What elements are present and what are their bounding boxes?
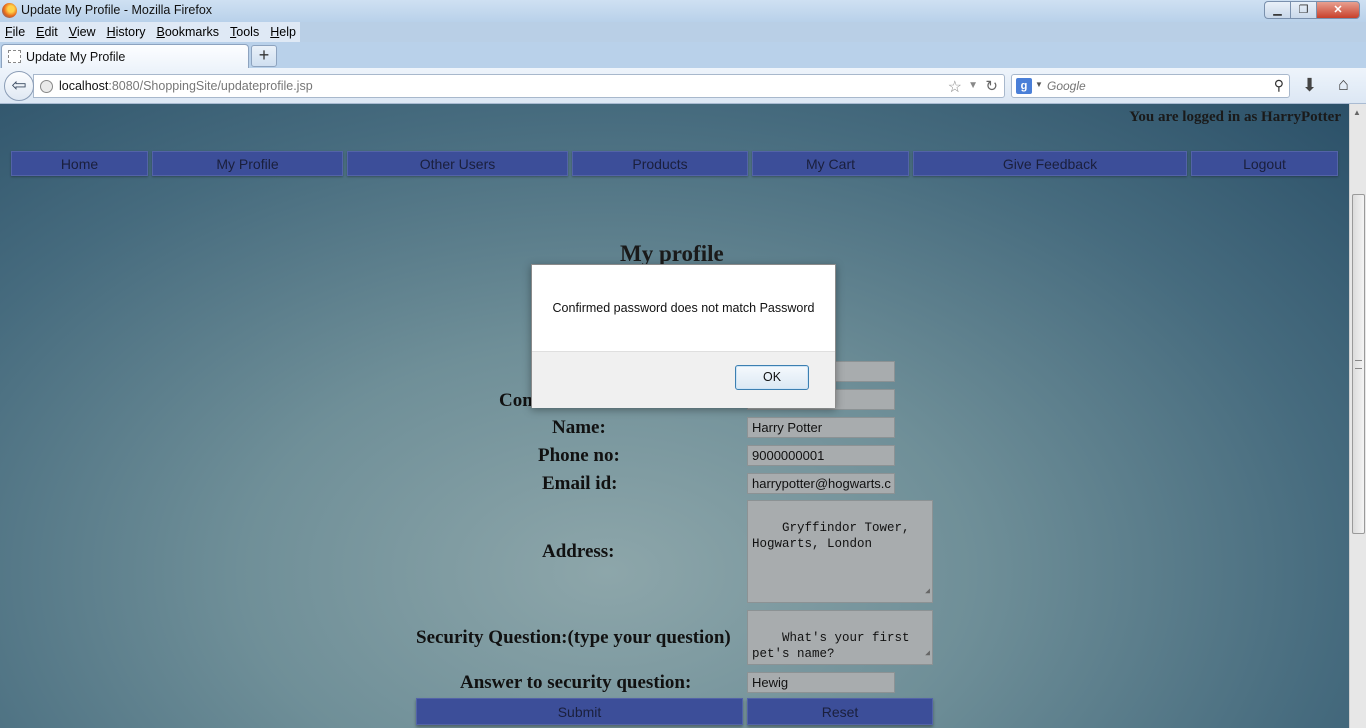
menu-bar: File Edit View History Bookmarks Tools H…: [0, 22, 300, 42]
tab-label: Update My Profile: [26, 50, 126, 64]
scrollbar-grip-icon: [1355, 360, 1362, 369]
page-content: You are logged in as HarryPotter Home My…: [0, 104, 1349, 728]
minimize-button[interactable]: ▁: [1264, 1, 1290, 19]
email-label: Email id:: [542, 473, 618, 494]
nav-my-profile[interactable]: My Profile: [152, 151, 343, 176]
email-field[interactable]: harrypotter@hogwarts.c: [747, 473, 895, 494]
alert-dialog: Confirmed password does not match Passwo…: [531, 264, 836, 408]
downloads-icon[interactable]: ⬇: [1302, 75, 1317, 96]
answer-label: Answer to security question:: [460, 672, 692, 693]
menu-file[interactable]: File: [0, 25, 31, 39]
name-label: Name:: [552, 417, 606, 438]
page-icon: [8, 50, 21, 63]
reset-button[interactable]: Reset: [747, 698, 933, 725]
phone-field[interactable]: 9000000001: [747, 445, 895, 466]
address-textarea[interactable]: Gryffindor Tower, Hogwarts, London ◢: [747, 500, 933, 603]
maximize-button[interactable]: ❐: [1290, 1, 1316, 19]
home-icon[interactable]: ⌂: [1338, 74, 1349, 95]
globe-icon: [40, 80, 53, 93]
tab-strip: Update My Profile +: [0, 42, 1366, 68]
security-question-label: Security Question:(type your question): [416, 627, 731, 648]
nav-logout[interactable]: Logout: [1191, 151, 1338, 176]
nav-home[interactable]: Home: [11, 151, 148, 176]
scrollbar-thumb[interactable]: [1352, 194, 1365, 534]
close-button[interactable]: ✕: [1316, 1, 1360, 19]
nav-products[interactable]: Products: [572, 151, 748, 176]
ok-button[interactable]: OK: [735, 365, 809, 390]
confirm-password-label: Con: [499, 390, 533, 411]
bookmark-star-icon[interactable]: ☆: [948, 77, 962, 97]
submit-button[interactable]: Submit: [416, 698, 743, 725]
security-question-textarea[interactable]: What's your first pet's name? ◢: [747, 610, 933, 665]
search-icon[interactable]: ⚲: [1274, 77, 1284, 94]
back-arrow-icon: ⇦: [11, 75, 27, 95]
window-controls: ▁ ❐ ✕: [1264, 1, 1360, 19]
menu-edit[interactable]: Edit: [31, 25, 64, 39]
search-bar[interactable]: g ▼ ⚲: [1011, 74, 1290, 98]
alert-message: Confirmed password does not match Passwo…: [552, 301, 815, 315]
nav-give-feedback[interactable]: Give Feedback: [913, 151, 1187, 176]
answer-field[interactable]: Hewig: [747, 672, 895, 693]
url-path: :8080/ShoppingSite/updateprofile.jsp: [108, 79, 313, 93]
menu-tools[interactable]: Tools: [225, 25, 265, 39]
history-dropdown-icon[interactable]: ▼: [968, 80, 978, 91]
resize-grip-icon[interactable]: ◢: [925, 584, 930, 600]
phone-label: Phone no:: [538, 445, 620, 466]
search-input[interactable]: [1047, 78, 1267, 94]
new-tab-button[interactable]: +: [251, 45, 277, 67]
reload-icon[interactable]: ↻: [985, 77, 998, 95]
menu-bookmarks[interactable]: Bookmarks: [152, 25, 226, 39]
url-text[interactable]: localhost:8080/ShoppingSite/updateprofil…: [59, 79, 313, 93]
nav-other-users[interactable]: Other Users: [347, 151, 568, 176]
back-button[interactable]: ⇦: [4, 71, 34, 101]
logged-in-text: You are logged in as HarryPotter: [1129, 109, 1341, 125]
address-label: Address:: [542, 541, 615, 562]
url-bar[interactable]: localhost:8080/ShoppingSite/updateprofil…: [33, 74, 1005, 98]
window-title: Update My Profile - Mozilla Firefox: [21, 3, 213, 17]
scroll-up-icon[interactable]: ▲: [1353, 108, 1361, 117]
navigation-toolbar: localhost:8080/ShoppingSite/updateprofil…: [0, 68, 1366, 104]
nav-my-cart[interactable]: My Cart: [752, 151, 909, 176]
url-host: localhost: [59, 79, 109, 93]
menu-view[interactable]: View: [64, 25, 102, 39]
alert-footer: OK: [532, 351, 835, 408]
resize-grip-icon[interactable]: ◢: [925, 646, 930, 662]
tab-update-my-profile[interactable]: Update My Profile: [1, 44, 249, 68]
google-icon[interactable]: g: [1016, 78, 1032, 94]
search-engine-dropdown-icon[interactable]: ▼: [1035, 80, 1043, 89]
firefox-logo-icon: [2, 3, 17, 18]
menu-help[interactable]: Help: [265, 25, 302, 39]
security-question-value: What's your first pet's name?: [752, 631, 910, 661]
name-field[interactable]: Harry Potter: [747, 417, 895, 438]
menu-history[interactable]: History: [102, 25, 152, 39]
address-value: Gryffindor Tower, Hogwarts, London: [752, 521, 910, 551]
vertical-scrollbar[interactable]: ▲: [1349, 104, 1366, 728]
window-titlebar: Update My Profile - Mozilla Firefox ▁ ❐ …: [0, 0, 1366, 22]
